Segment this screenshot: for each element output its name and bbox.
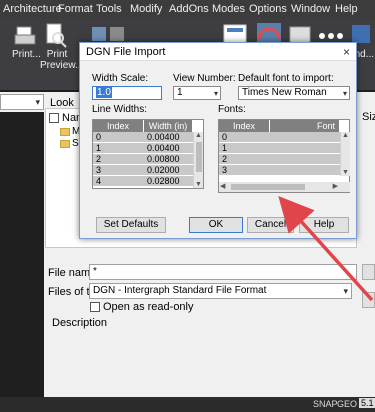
chevron-down-icon: ▾: [343, 286, 348, 296]
vertical-scrollbar[interactable]: ▲ ▼: [340, 132, 350, 176]
set-defaults-button[interactable]: Set Defaults: [96, 217, 166, 233]
file-name-input[interactable]: *: [89, 264, 357, 280]
scroll-up-icon[interactable]: ▲: [195, 132, 202, 139]
menu-tools[interactable]: Tools: [96, 3, 122, 15]
cancel-open-button[interactable]: [362, 292, 375, 308]
description-label: Description: [52, 317, 108, 329]
scroll-down-icon[interactable]: ▼: [195, 181, 202, 188]
table-cell[interactable]: 3: [219, 165, 270, 176]
table-cell[interactable]: [270, 143, 340, 154]
select-all-checkbox[interactable]: [49, 113, 59, 123]
scroll-down-icon[interactable]: ▼: [342, 169, 349, 176]
table-cell[interactable]: 0.02000: [144, 165, 193, 176]
table-header[interactable]: Index: [93, 120, 144, 132]
menu-window[interactable]: Window: [291, 3, 330, 15]
read-only-label[interactable]: Open as read-only: [103, 301, 194, 313]
ok-button[interactable]: OK: [189, 217, 243, 233]
menu-addons[interactable]: AddOns: [169, 3, 209, 15]
geo-status[interactable]: GEO: [337, 399, 357, 409]
line-widths-table[interactable]: Index Width (in) 0 0.00400 1 0.00400 2 0…: [92, 119, 204, 189]
description-box: [47, 332, 357, 387]
vertical-scrollbar[interactable]: ▲ ▼: [193, 132, 203, 188]
version-badge: 5.1: [359, 398, 375, 408]
snap-status[interactable]: SNAP: [313, 399, 338, 409]
table-cell[interactable]: [270, 165, 340, 176]
menu-architecture[interactable]: Architecture: [3, 3, 62, 15]
chevron-down-icon: ▾: [213, 89, 218, 98]
default-font-select[interactable]: Times New Roman ▾: [238, 86, 350, 100]
open-button[interactable]: [362, 264, 375, 280]
default-font-value: Times New Roman: [242, 87, 327, 98]
scroll-right-icon[interactable]: ▶: [333, 182, 338, 190]
menu-bar: Architecture Format Tools Modify AddOns …: [0, 0, 375, 19]
fonts-table[interactable]: Index Font 0 1 2 3 ▲ ▼ ◀ ▶: [218, 119, 350, 193]
table-cell[interactable]: 0.00800: [144, 154, 193, 165]
chevron-down-icon: ▾: [35, 97, 40, 107]
close-icon[interactable]: ×: [343, 45, 350, 59]
table-cell[interactable]: 2: [219, 154, 270, 165]
table-cell[interactable]: 0: [93, 132, 144, 143]
status-bar: SNAP GEO 5.1: [0, 397, 375, 412]
table-cell[interactable]: 0: [219, 132, 270, 143]
menu-format[interactable]: Format: [58, 3, 93, 15]
table-header[interactable]: Index: [219, 120, 270, 132]
print-preview-icon[interactable]: [44, 23, 68, 49]
width-scale-label: Width Scale:: [92, 73, 149, 84]
menu-help[interactable]: Help: [335, 3, 358, 15]
scroll-thumb[interactable]: [231, 184, 305, 190]
read-only-checkbox[interactable]: [90, 302, 100, 312]
fonts-label: Fonts:: [218, 104, 246, 115]
default-font-label: Default font to import:: [238, 73, 334, 84]
table-cell[interactable]: 0.00400: [144, 143, 193, 154]
print-preview-button[interactable]: Print Preview...: [40, 49, 83, 71]
scroll-thumb[interactable]: [196, 142, 202, 172]
print-icon[interactable]: [14, 25, 36, 49]
line-widths-label: Line Widths:: [92, 104, 148, 115]
table-cell[interactable]: 4: [93, 176, 144, 187]
chevron-down-icon: ▾: [342, 89, 347, 98]
path-combo[interactable]: ▾: [0, 94, 44, 110]
dgn-import-dialog: DGN File Import × Width Scale: 1.0 View …: [79, 42, 357, 239]
print-button[interactable]: Print...: [12, 49, 41, 60]
width-scale-input[interactable]: 1.0: [92, 86, 162, 100]
menu-modes[interactable]: Modes: [212, 3, 245, 15]
view-number-value: 1: [177, 87, 183, 98]
scroll-left-icon[interactable]: ◀: [220, 182, 225, 190]
size-column-header[interactable]: Size: [362, 111, 375, 123]
menu-modify[interactable]: Modify: [130, 3, 162, 15]
dialog-title: DGN File Import: [86, 46, 166, 58]
view-number-select[interactable]: 1 ▾: [173, 86, 221, 100]
table-cell[interactable]: 1: [219, 143, 270, 154]
table-cell[interactable]: 2: [93, 154, 144, 165]
cancel-button[interactable]: Cancel: [247, 217, 294, 233]
files-of-type-value: DGN - Intergraph Standard File Format: [93, 285, 267, 296]
dialog-titlebar[interactable]: DGN File Import ×: [80, 43, 356, 61]
files-of-type-select[interactable]: DGN - Intergraph Standard File Format ▾: [89, 283, 352, 299]
table-cell[interactable]: 0.02800: [144, 176, 193, 187]
scroll-up-icon[interactable]: ▲: [342, 132, 349, 139]
table-cell[interactable]: 0.00400: [144, 132, 193, 143]
width-scale-value: 1.0: [96, 87, 112, 98]
file-name-value: *: [93, 266, 97, 277]
folder-icon: [60, 128, 70, 136]
table-cell[interactable]: [270, 154, 340, 165]
places-bar: [0, 112, 44, 397]
table-header[interactable]: Width (in): [144, 120, 193, 132]
more-icon[interactable]: [318, 32, 344, 40]
table-cell[interactable]: [270, 132, 340, 143]
menu-options[interactable]: Options: [249, 3, 287, 15]
folder-icon: [60, 140, 70, 148]
help-button[interactable]: Help: [299, 217, 349, 233]
horizontal-scrollbar[interactable]: ◀ ▶: [219, 182, 350, 192]
table-cell[interactable]: 1: [93, 143, 144, 154]
table-header[interactable]: Font: [270, 120, 340, 132]
view-number-label: View Number:: [173, 73, 236, 84]
table-cell[interactable]: 3: [93, 165, 144, 176]
